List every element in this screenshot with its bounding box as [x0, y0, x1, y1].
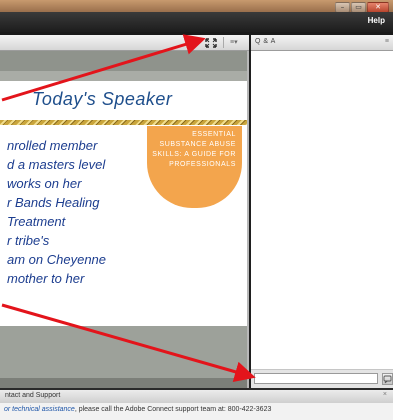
contact-title: ntact and Support: [5, 392, 61, 399]
slide-line: d a masters level: [7, 157, 106, 172]
contact-support-pod: ntact and Support × or technical assista…: [0, 388, 393, 420]
help-menu[interactable]: Help: [368, 16, 385, 25]
pod-options-icon[interactable]: ≡▾: [230, 38, 238, 46]
badge-line: ESSENTIAL: [192, 131, 236, 138]
book-cover-badge: ESSENTIAL SUBSTANCE ABUSE SKILLS: A GUID…: [147, 126, 242, 208]
slide-line: works on her: [7, 176, 82, 191]
share-content-area: Today's Speaker nrolled member d a maste…: [0, 51, 247, 388]
rope-divider: [0, 120, 247, 125]
slide-line: mother to her: [7, 271, 85, 286]
slide-line: r tribe's: [7, 233, 50, 248]
slide-line: r Bands Healing: [7, 195, 100, 210]
badge-line: SUBSTANCE ABUSE: [159, 141, 236, 148]
header-separator: [223, 37, 224, 48]
share-pod-header: ≡▾: [0, 35, 249, 51]
question-input[interactable]: [254, 373, 378, 384]
presentation-slide: Today's Speaker nrolled member d a maste…: [0, 81, 247, 326]
share-pod: ≡▾ Today's Speaker nrolled member d a ma…: [0, 35, 251, 388]
qa-pod-header: Q & A ≡: [251, 35, 393, 51]
share-scrollbar[interactable]: [0, 378, 247, 388]
slide-frame-top: [0, 51, 247, 71]
slide-line: am on Cheyenne: [7, 252, 107, 267]
close-icon[interactable]: ×: [383, 391, 387, 398]
qa-title: Q & A: [255, 38, 276, 45]
slide-line: Treatment: [7, 214, 66, 229]
qa-options-icon[interactable]: ≡: [385, 38, 389, 45]
slide-body: nrolled member d a masters level works o…: [7, 136, 167, 288]
window-titlebar: – ▭ ✕: [0, 0, 393, 13]
qa-input-bar: [251, 369, 393, 389]
menu-bar: Help: [0, 12, 393, 32]
slide-title: Today's Speaker: [32, 89, 173, 109]
badge-line: SKILLS: A GUIDE FOR: [152, 151, 236, 158]
qa-pod: Q & A ≡: [251, 35, 393, 389]
support-emphasis: or technical assistance: [4, 406, 75, 413]
fullscreen-icon[interactable]: [205, 38, 217, 48]
contact-header: ntact and Support ×: [0, 390, 393, 403]
support-message-text: , please call the Adobe Connect support …: [74, 406, 272, 413]
send-icon[interactable]: [382, 373, 393, 385]
qa-question-list: [251, 51, 393, 369]
slide-line: nrolled member: [7, 138, 98, 153]
badge-line: PROFESSIONALS: [169, 161, 236, 168]
support-message: or technical assistance, please call the…: [4, 406, 271, 413]
